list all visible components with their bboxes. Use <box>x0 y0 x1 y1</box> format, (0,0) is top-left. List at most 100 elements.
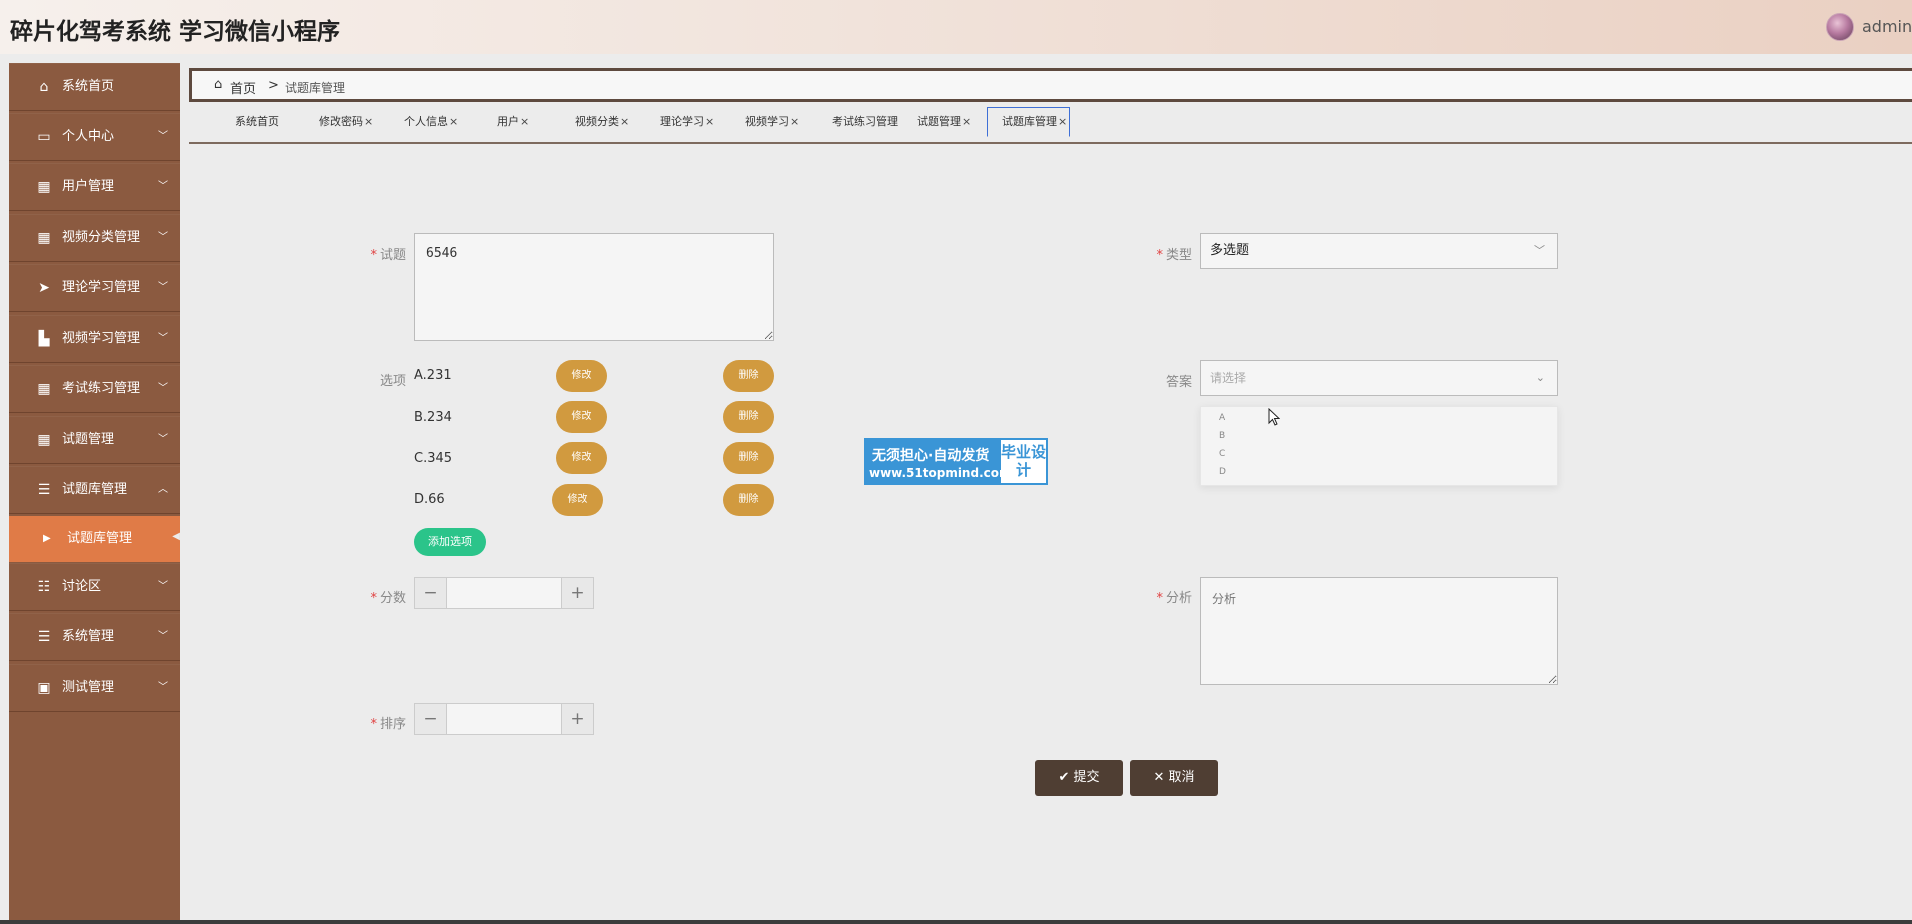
chevron-down-icon: ﹀ <box>1534 244 1545 257</box>
sliders-icon: ☷ <box>37 579 51 595</box>
breadcrumb: ⌂ 首页 > 试题库管理 <box>189 68 1912 102</box>
caret-right-icon: ▶ <box>43 533 51 544</box>
list-icon: ☰ <box>37 629 51 645</box>
analysis-label: * 分析 <box>1156 591 1192 606</box>
answer-select[interactable]: 请选择 ⌄ <box>1200 360 1558 396</box>
sidebar-item-theory-study[interactable]: ➤ 理论学习管理 ﹀ <box>9 264 180 312</box>
user-avatar[interactable] <box>1826 13 1854 41</box>
analysis-textarea[interactable] <box>1200 577 1558 685</box>
close-icon[interactable]: × <box>962 115 971 128</box>
sidebar-item-video-study[interactable]: ▙ 视频学习管理 ﹀ <box>9 315 180 363</box>
tab-exam-practice[interactable]: 考试练习管理 <box>832 108 898 136</box>
delete-option-c-button[interactable]: 删除 <box>723 442 774 474</box>
delete-option-b-button[interactable]: 删除 <box>723 401 774 433</box>
home-icon[interactable]: ⌂ <box>214 77 222 92</box>
sidebar-item-users[interactable]: ▦ 用户管理 ﹀ <box>9 163 180 211</box>
sidebar-item-system[interactable]: ☰ 系统管理 ﹀ <box>9 613 180 661</box>
tab-video-category[interactable]: 视频分类× <box>575 108 629 136</box>
tab-label: 视频分类 <box>575 115 619 128</box>
tab-change-password[interactable]: 修改密码× <box>319 108 373 136</box>
sidebar-subitem-question-bank[interactable]: ▶ 试题库管理 ◀ <box>9 516 180 562</box>
sidebar-item-label: 用户管理 <box>62 179 115 194</box>
sidebar-item-discussion[interactable]: ☷ 讨论区 ﹀ <box>9 563 180 611</box>
tab-home[interactable]: 系统首页 <box>235 108 279 136</box>
delete-option-d-button[interactable]: 删除 <box>723 484 774 516</box>
score-label: * 分数 <box>370 591 406 606</box>
sidebar-item-questions[interactable]: ▦ 试题管理 ﹀ <box>9 416 180 464</box>
app-title: 碎片化驾考系统 学习微信小程序 <box>10 19 341 45</box>
watermark-line2: www.51topmind.com <box>869 466 1012 480</box>
tab-theory-study[interactable]: 理论学习× <box>660 108 714 136</box>
tab-video-study[interactable]: 视频学习× <box>745 108 799 136</box>
close-icon[interactable]: × <box>790 115 799 128</box>
sidebar-item-label: 视频分类管理 <box>62 230 141 245</box>
sidebar-item-exam-practice[interactable]: ▦ 考试练习管理 ﹀ <box>9 365 180 413</box>
edit-option-b-button[interactable]: 修改 <box>556 401 607 433</box>
paper-plane-icon: ➤ <box>38 280 50 296</box>
tab-question-bank[interactable]: 试题库管理× <box>987 107 1071 137</box>
tab-label: 用户 <box>497 115 519 128</box>
chevron-down-icon: ﹀ <box>158 581 168 592</box>
question-textarea[interactable]: 6546 <box>414 233 774 341</box>
edit-option-a-button[interactable]: 修改 <box>556 360 607 392</box>
breadcrumb-home[interactable]: 首页 <box>230 78 256 97</box>
cancel-button-label: 取消 <box>1168 770 1195 785</box>
close-icon[interactable]: × <box>705 115 714 128</box>
sort-stepper[interactable]: − + <box>414 703 594 735</box>
close-icon[interactable]: × <box>520 115 529 128</box>
tab-label: 视频学习 <box>745 115 789 128</box>
chevron-down-icon: ﹀ <box>158 181 168 192</box>
sidebar-item-label: 试题管理 <box>62 432 115 447</box>
tab-label: 个人信息 <box>404 115 448 128</box>
tab-users[interactable]: 用户× <box>497 108 529 136</box>
close-icon[interactable]: × <box>620 115 629 128</box>
close-icon[interactable]: × <box>1058 115 1067 128</box>
breadcrumb-current: 试题库管理 <box>285 81 346 95</box>
chevron-down-icon: ﹀ <box>158 282 168 293</box>
sidebar-item-question-bank[interactable]: ☰ 试题库管理 ︿ <box>9 466 180 514</box>
tab-label: 试题管理 <box>917 115 961 128</box>
type-select[interactable]: 多选题 ﹀ <box>1200 233 1558 269</box>
answer-option-a[interactable]: A <box>1219 413 1225 423</box>
chevron-down-icon: ﹀ <box>158 333 168 344</box>
bottom-bar <box>0 920 1912 924</box>
grid-icon: ▦ <box>37 179 51 195</box>
close-icon[interactable]: × <box>449 115 458 128</box>
cancel-button[interactable]: ✕ 取消 <box>1130 760 1218 796</box>
answer-select-placeholder: 请选择 <box>1210 371 1247 385</box>
answer-option-c[interactable]: C <box>1219 449 1225 459</box>
watermark-box: 毕业设计 <box>1001 440 1046 483</box>
sidebar-item-test[interactable]: ▣ 测试管理 ﹀ <box>9 664 180 712</box>
edit-option-c-button[interactable]: 修改 <box>556 442 607 474</box>
chevron-down-icon: ﹀ <box>158 232 168 243</box>
score-stepper[interactable]: − + <box>414 577 594 609</box>
minus-icon[interactable]: − <box>415 704 447 734</box>
edit-option-d-button[interactable]: 修改 <box>552 484 603 516</box>
tab-label: 考试练习管理 <box>832 115 898 128</box>
sidebar-item-personal-center[interactable]: ▭ 个人中心 ﹀ <box>9 113 180 161</box>
sidebar-item-video-category[interactable]: ▦ 视频分类管理 ﹀ <box>9 214 180 262</box>
add-option-button[interactable]: 添加选项 <box>414 528 486 556</box>
options-label: 选项 <box>379 374 406 389</box>
submit-button[interactable]: ✔ 提交 <box>1035 760 1123 796</box>
plus-icon[interactable]: + <box>561 704 593 734</box>
chevron-down-icon: ﹀ <box>158 631 168 642</box>
delete-option-a-button[interactable]: 删除 <box>723 360 774 392</box>
minus-icon[interactable]: − <box>415 578 447 608</box>
sidebar-item-home[interactable]: ⌂ 系统首页 <box>9 63 180 111</box>
chevron-down-icon: ﹀ <box>158 682 168 693</box>
sidebar-item-label: 系统首页 <box>62 79 115 94</box>
answer-option-d[interactable]: D <box>1219 467 1226 477</box>
tab-personal-info[interactable]: 个人信息× <box>404 108 458 136</box>
watermark-line1: 无须担心·自动发货 <box>872 448 990 464</box>
answer-option-b[interactable]: B <box>1219 431 1225 441</box>
chevron-up-icon: ︿ <box>158 484 168 495</box>
submit-button-label: 提交 <box>1073 770 1100 785</box>
close-icon[interactable]: × <box>364 115 373 128</box>
username[interactable]: admin <box>1862 17 1912 36</box>
tab-questions[interactable]: 试题管理× <box>917 108 971 136</box>
plus-icon[interactable]: + <box>561 578 593 608</box>
answer-label: 答案 <box>1165 375 1192 390</box>
tab-label: 理论学习 <box>660 115 704 128</box>
answer-dropdown: A B C D <box>1200 406 1558 486</box>
